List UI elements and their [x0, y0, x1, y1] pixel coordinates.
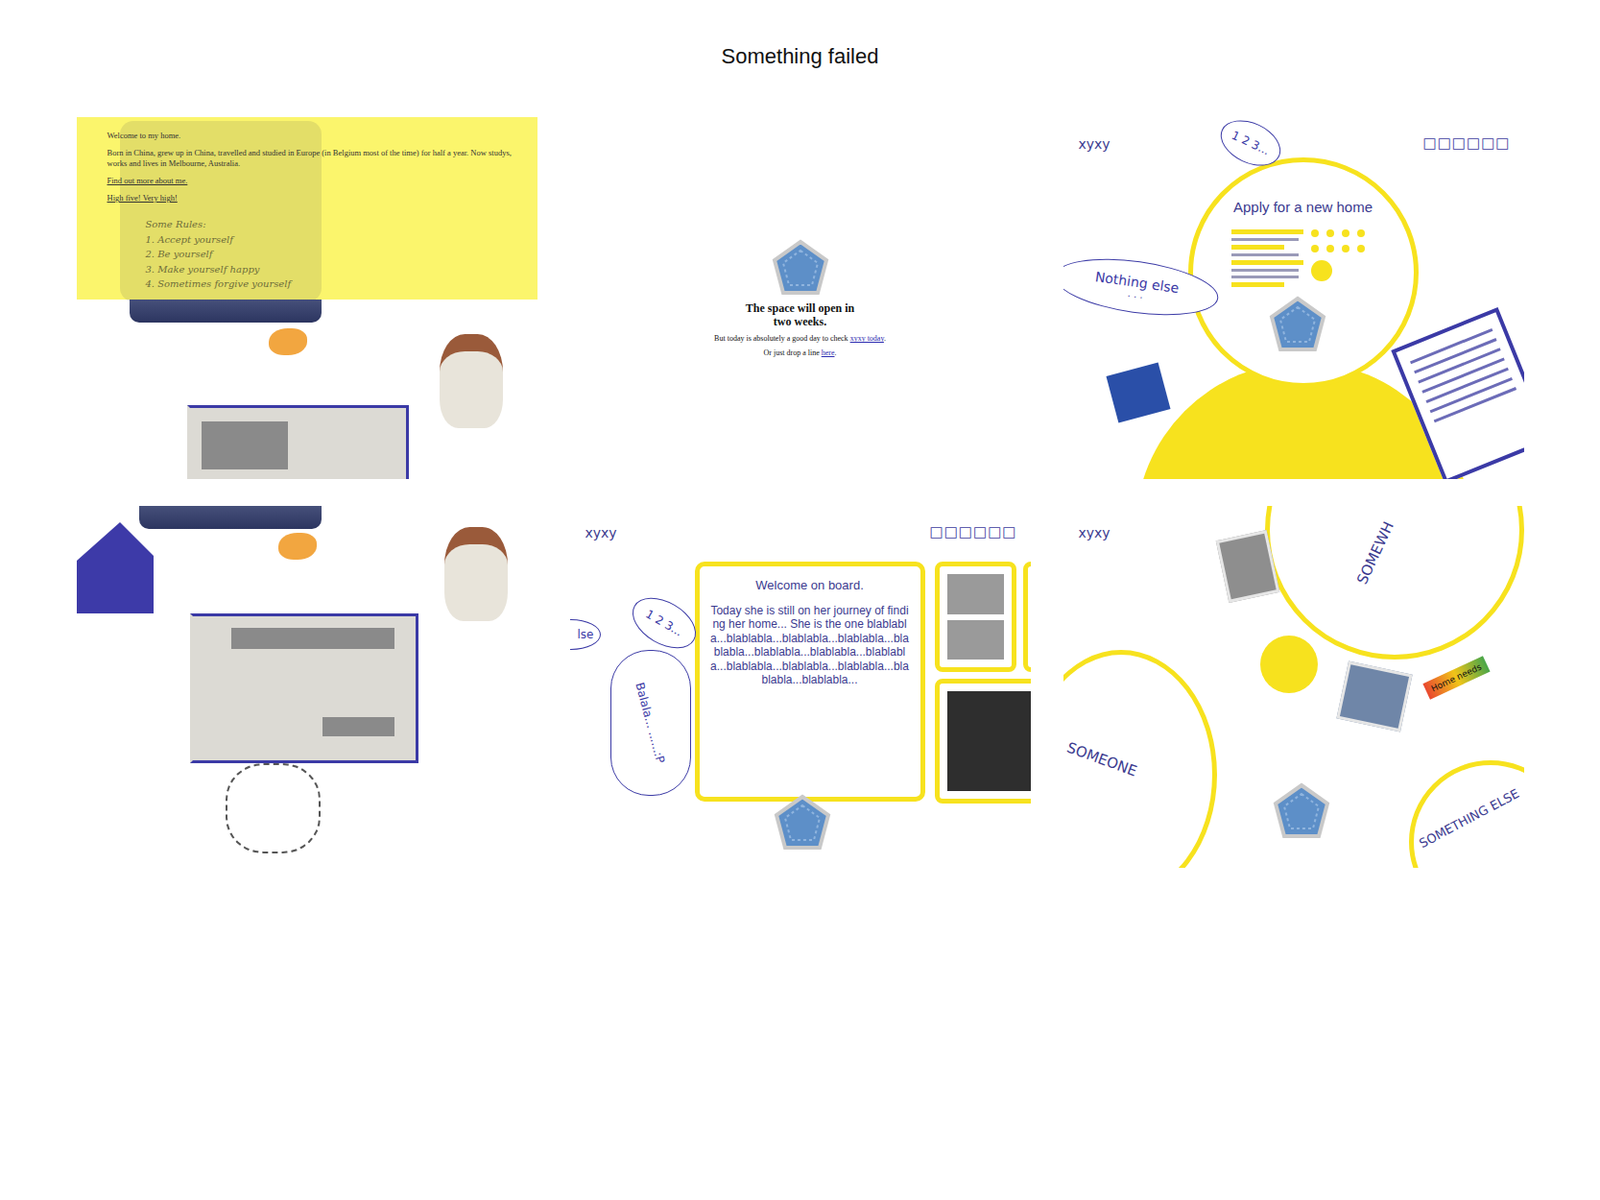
thumbnail[interactable]	[1023, 561, 1031, 672]
coming-soon-line: But today is absolutely a good day to ch…	[714, 334, 886, 343]
apply-form	[1231, 229, 1376, 287]
thumbnail[interactable]	[934, 561, 1017, 672]
intro-link[interactable]: High five! Very high!	[107, 192, 178, 203]
apply-circle: Apply for a new home	[1188, 157, 1419, 388]
menu[interactable]: □□□□□□	[929, 523, 1017, 541]
logo[interactable]: xyxy	[1078, 525, 1111, 541]
book-photo	[322, 716, 395, 737]
welcome-body: Today she is still on her journey of fin…	[709, 603, 911, 687]
house-shape-icon	[76, 517, 154, 614]
fish-image	[278, 532, 317, 560]
rules-title: Some Rules:	[145, 216, 292, 233]
house-icon	[773, 793, 832, 852]
rule-item: 3. Make yourself happy	[145, 262, 292, 278]
apply-heading: Apply for a new home	[1193, 198, 1414, 215]
today-link[interactable]: xyxy today	[850, 334, 884, 343]
screenshot-tile[interactable]	[76, 505, 538, 868]
house-icon	[1268, 295, 1327, 354]
fish-photo	[1105, 362, 1171, 424]
coming-soon: The space will open in two weeks. But to…	[570, 117, 1031, 479]
logo[interactable]: xyxy	[585, 525, 618, 541]
speech-bubble: lse	[570, 619, 601, 650]
fish-image	[268, 328, 308, 356]
intro-text: Welcome to my home. Born in China, grew u…	[107, 130, 526, 211]
house-icon	[771, 238, 830, 297]
rule-item: 1. Accept yourself	[145, 232, 292, 248]
home-tag: Home needs	[1422, 655, 1490, 699]
form-dot[interactable]	[1357, 229, 1365, 238]
screenshot-tile[interactable]: xyxy □□□□□□ Welcome on board. Today she …	[570, 505, 1031, 868]
coming-soon-heading: The space will open in two weeks.	[742, 302, 859, 330]
intro-panel: Welcome to my home. Born in China, grew u…	[76, 117, 538, 300]
ribbon-image	[129, 299, 322, 323]
cup-image	[439, 334, 503, 429]
coming-soon-line: Or just drop a line here.	[764, 348, 837, 358]
welcome-heading: Welcome on board.	[709, 577, 911, 593]
book-image	[190, 613, 419, 764]
circle-label: SOMEWH	[1353, 519, 1398, 588]
rule-item: 4. Sometimes forgive yourself	[145, 276, 292, 292]
menu[interactable]: □□□□□□	[1422, 134, 1510, 152]
photo	[1336, 661, 1412, 733]
screenshot-tile[interactable]: xyxy SOMEWH SOMEONE SOMETHING ELSE Home …	[1063, 505, 1525, 868]
intro-line: Born in China, grew up in China, travell…	[107, 147, 526, 169]
screenshot-tile[interactable]: The space will open in two weeks. But to…	[570, 117, 1031, 479]
circle-label: SOMEONE	[1064, 739, 1140, 781]
form-dot[interactable]	[1357, 244, 1365, 253]
screenshot-tile[interactable]: xyxy □□□□□□ Apply for a new home 1 2 3..…	[1063, 117, 1525, 479]
rule-item: 2. Be yourself	[145, 246, 292, 263]
form-dot[interactable]	[1341, 244, 1350, 253]
form-dot[interactable]	[1341, 229, 1350, 238]
form-dot[interactable]	[1311, 229, 1319, 238]
book-image	[187, 405, 409, 479]
form-dot[interactable]	[1326, 244, 1335, 253]
screenshot-grid: Welcome to my home. Born in China, grew u…	[76, 117, 1525, 868]
sketch-image	[225, 763, 321, 854]
circle-label: SOMETHING ELSE	[1416, 786, 1522, 851]
welcome-card: Welcome on board. Today she is still on …	[694, 561, 926, 802]
intro-line: Welcome to my home.	[107, 130, 526, 142]
contact-link[interactable]: here	[821, 348, 836, 358]
photo	[1215, 529, 1280, 603]
form-dot[interactable]	[1311, 244, 1319, 253]
cup-image	[444, 526, 508, 621]
rules-list: Some Rules: 1. Accept yourself2. Be your…	[145, 216, 292, 292]
submit-dot[interactable]	[1311, 260, 1333, 282]
speech-bubble: Balala... ......:P	[610, 649, 692, 796]
page: Something failed Welcome to my home. Born…	[0, 0, 1600, 1200]
intro-link[interactable]: Find out more about me.	[107, 175, 189, 186]
thumbnail[interactable]	[934, 678, 1031, 804]
screenshot-tile[interactable]: Welcome to my home. Born in China, grew u…	[76, 117, 538, 479]
ribbon-image	[139, 505, 322, 529]
house-icon	[1272, 782, 1331, 840]
book-photo	[201, 421, 288, 470]
yellow-badge	[1260, 635, 1318, 693]
page-title: Something failed	[0, 0, 1600, 70]
form-dot[interactable]	[1326, 229, 1335, 238]
speech-bubble: 1 2 3...	[622, 587, 704, 659]
book-photo	[231, 627, 395, 649]
logo[interactable]: xyxy	[1078, 136, 1111, 152]
